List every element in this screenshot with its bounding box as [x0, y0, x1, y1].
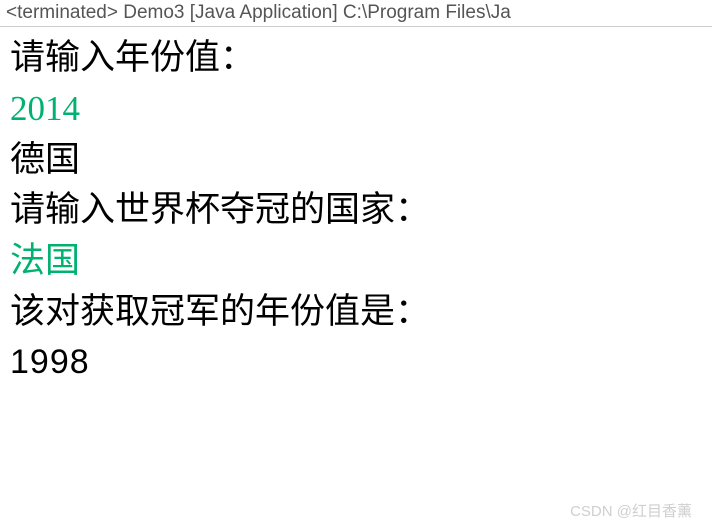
output-year-label: 该对获取冠军的年份值是： [10, 287, 702, 338]
input-country: 法国 [10, 236, 702, 287]
console-output[interactable]: 请输入年份值： 2014 德国 请输入世界杯夺冠的国家： 法国 该对获取冠军的年… [0, 27, 712, 393]
input-year: 2014 [10, 84, 702, 135]
prompt-year: 请输入年份值： [10, 33, 702, 84]
watermark: CSDN @红目香薰 [570, 500, 692, 521]
console-header: <terminated> Demo3 [Java Application] C:… [0, 0, 712, 27]
prompt-country: 请输入世界杯夺冠的国家： [10, 185, 702, 236]
output-year: 1998 [10, 338, 702, 387]
output-country: 德国 [10, 135, 702, 186]
